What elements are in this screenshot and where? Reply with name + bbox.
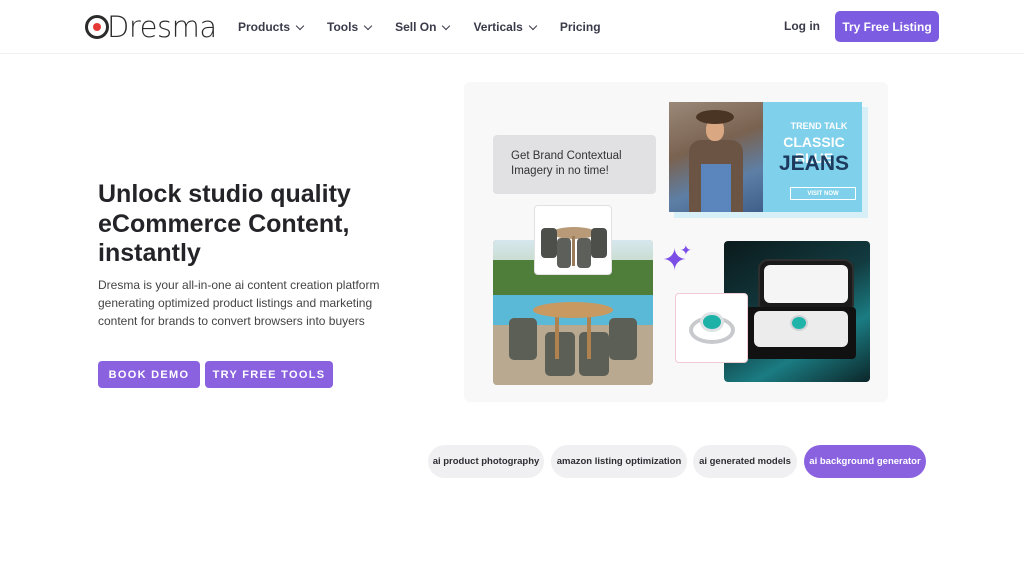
tag-ai-product-photography[interactable]: ai product photography	[428, 445, 544, 478]
patio-chair	[545, 332, 575, 376]
nav-tools[interactable]: Tools	[327, 18, 373, 36]
callout-box: Get Brand Contextual Imagery in no time!	[493, 135, 656, 194]
tag-ai-generated-models[interactable]: ai generated models	[693, 445, 797, 478]
nav-products-label: Products	[238, 20, 291, 34]
table-leg	[587, 314, 591, 359]
nav-pricing-label: Pricing	[559, 20, 601, 34]
chevron-down-icon	[363, 21, 373, 30]
book-demo-button[interactable]: BOOK DEMO	[98, 361, 200, 388]
model-jeans	[701, 164, 731, 212]
ring-in-box	[790, 315, 808, 331]
promo-visit-button: VISIT NOW	[790, 187, 856, 200]
patio-table	[533, 302, 613, 318]
nav-sell-on[interactable]: Sell On	[395, 18, 451, 36]
patio-chair	[509, 318, 537, 360]
patio-chair	[579, 332, 609, 376]
model-photo	[669, 102, 763, 212]
nav-verticals[interactable]: Verticals	[473, 18, 538, 36]
try-free-tools-button[interactable]: TRY FREE TOOLS	[205, 361, 333, 388]
main-menu: Products Tools Sell On Verticals Pricing	[238, 18, 625, 36]
model-hat	[696, 110, 734, 124]
promo-line-1: TREND TALK	[790, 121, 848, 131]
login-link[interactable]: Log in	[784, 19, 820, 33]
chair-set-thumbnail	[534, 205, 612, 275]
nav-pricing[interactable]: Pricing	[560, 18, 601, 36]
hero-title: Unlock studio quality eCommerce Content,…	[98, 180, 351, 267]
nav-verticals-label: Verticals	[473, 20, 523, 34]
chevron-down-icon	[442, 21, 451, 30]
try-free-listing-button[interactable]: Try Free Listing	[835, 11, 939, 42]
tag-amazon-listing-optimization[interactable]: amazon listing optimization	[551, 445, 687, 478]
chevron-down-icon	[295, 21, 305, 30]
promo-banner-image: TREND TALK CLASSIC BLUE JEANS VISIT NOW	[669, 102, 862, 212]
chair-set-drawing	[541, 227, 607, 268]
nav-sell-on-label: Sell On	[395, 20, 437, 34]
dresma-logo[interactable]: Dresma	[85, 10, 217, 44]
hero-description: Dresma is your all-in-one ai content cre…	[98, 278, 380, 328]
sparkle-icon: ✦	[680, 242, 692, 258]
nav-products[interactable]: Products	[238, 18, 305, 36]
logo-mark-icon	[85, 15, 109, 39]
chevron-down-icon	[528, 21, 538, 30]
promo-line-3: JEANS	[778, 152, 850, 175]
table-leg	[555, 314, 559, 359]
top-navbar: Dresma Products Tools Sell On Verticals …	[0, 0, 1024, 54]
ring-gemstone	[700, 312, 724, 332]
patio-chair	[609, 318, 637, 360]
box-lid-lining	[764, 265, 848, 303]
logo-text: Dresma	[107, 10, 217, 44]
nav-tools-label: Tools	[327, 20, 359, 34]
tag-ai-background-generator[interactable]: ai background generator	[804, 445, 926, 478]
ring-thumbnail	[675, 293, 748, 363]
